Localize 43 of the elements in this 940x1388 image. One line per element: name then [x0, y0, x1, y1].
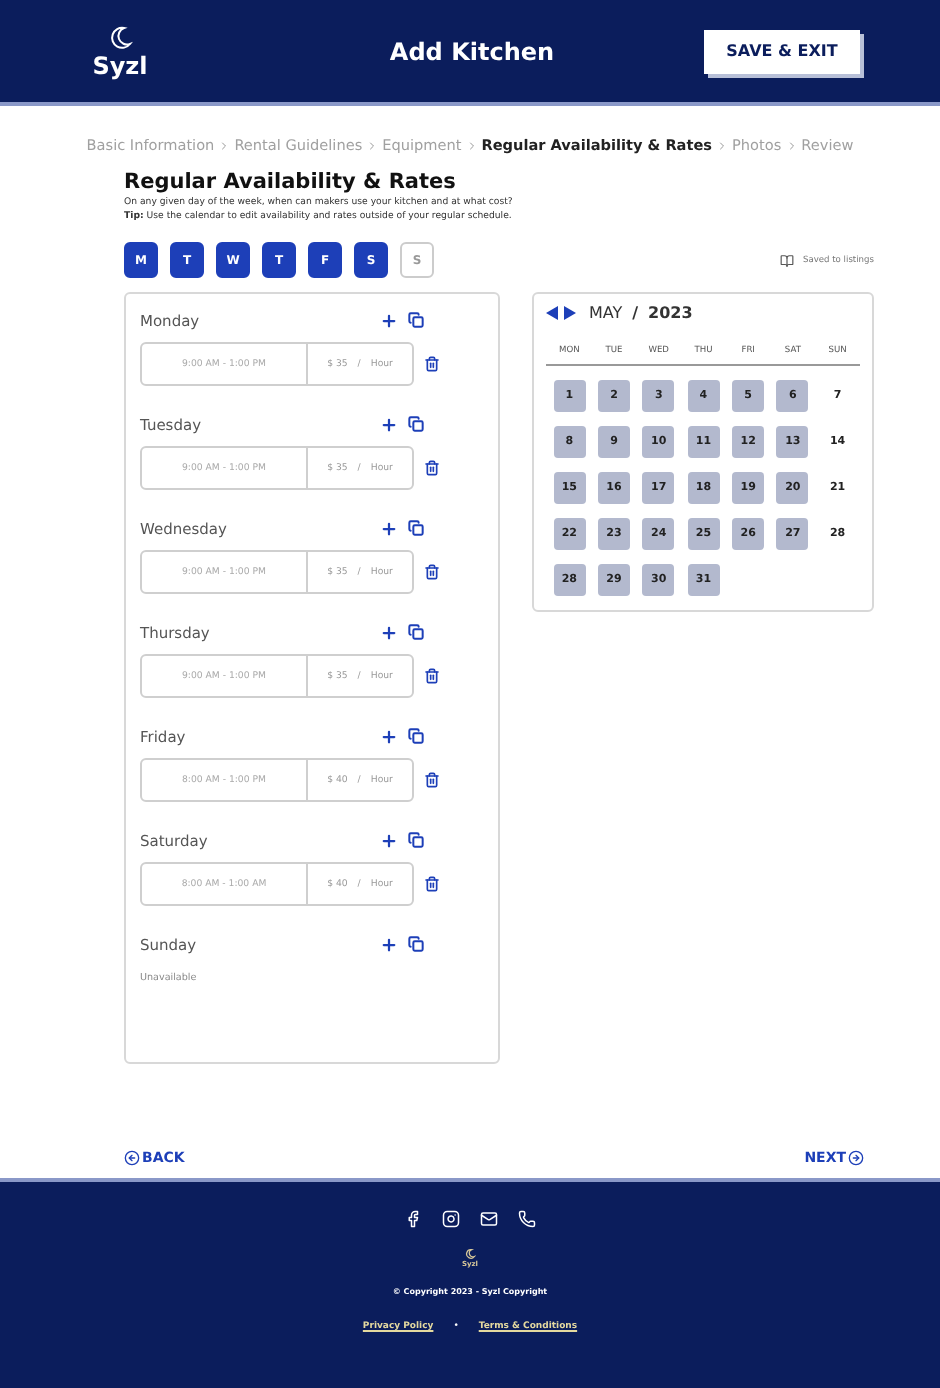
chevron-icon — [218, 139, 231, 151]
add-icon[interactable] — [380, 727, 399, 745]
moon-logo-icon — [106, 23, 134, 51]
section-heading: Regular Availability & Rates — [124, 170, 458, 194]
separator: / — [632, 304, 639, 322]
year-label: 2023 — [648, 304, 693, 322]
arrow-right-icon — [848, 1150, 864, 1166]
moon-logo-icon — [464, 1248, 476, 1260]
instagram-icon — [442, 1210, 460, 1228]
book-icon — [780, 253, 795, 267]
save-exit-button[interactable]: SAVE & EXIT — [704, 29, 860, 73]
trash-icon[interactable] — [424, 772, 440, 788]
facebook-icon — [404, 1210, 422, 1228]
mail-icon — [480, 1210, 498, 1228]
add-icon[interactable] — [380, 831, 399, 849]
logo-text: Syzl — [92, 51, 148, 79]
add-icon[interactable] — [380, 519, 399, 537]
copy-icon[interactable] — [408, 728, 425, 744]
trash-icon[interactable] — [424, 564, 440, 580]
add-icon[interactable] — [380, 935, 399, 953]
copy-icon[interactable] — [408, 312, 425, 328]
add-icon[interactable] — [380, 415, 399, 433]
chevron-icon — [465, 139, 478, 151]
trash-icon[interactable] — [424, 668, 440, 684]
previous-icon[interactable] — [546, 306, 559, 320]
chevron-icon — [785, 139, 798, 151]
copy-icon[interactable] — [408, 936, 425, 952]
trash-icon[interactable] — [424, 356, 440, 372]
add-icon[interactable] — [380, 311, 399, 329]
add-icon[interactable] — [380, 623, 399, 641]
page-title: Add Kitchen — [387, 37, 557, 65]
next-icon[interactable] — [564, 306, 577, 320]
trash-icon[interactable] — [424, 460, 440, 476]
phone-icon — [518, 1210, 536, 1228]
month-label: MAY — [588, 304, 623, 322]
copy-icon[interactable] — [408, 520, 425, 536]
copy-icon[interactable] — [408, 624, 425, 640]
chevron-icon — [366, 139, 379, 151]
trash-icon[interactable] — [424, 876, 440, 892]
copy-icon[interactable] — [408, 416, 425, 432]
copy-icon[interactable] — [408, 832, 425, 848]
chevron-icon — [716, 139, 729, 151]
arrow-left-icon — [124, 1150, 140, 1166]
